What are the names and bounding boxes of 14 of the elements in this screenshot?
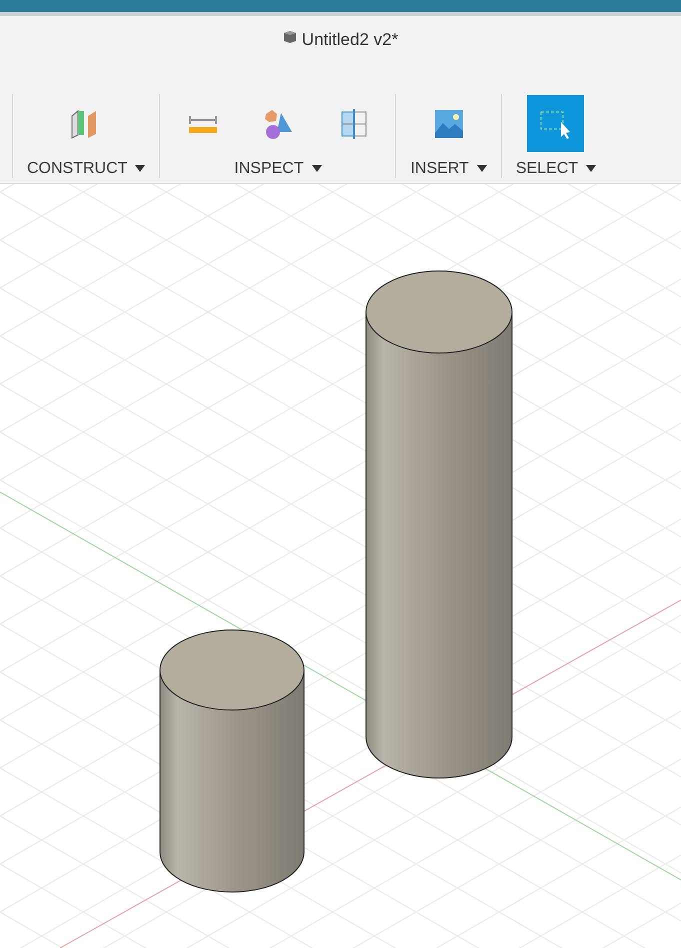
caret-icon [586,165,596,172]
toolbar-menu[interactable]: INSERT [410,160,487,178]
tool-button[interactable] [527,95,584,152]
caret-icon [135,165,146,172]
cube-icon [282,30,297,44]
toolbar-menu[interactable]: SELECT [516,160,596,178]
selection-box-icon [538,108,573,139]
caret-icon [312,165,322,172]
document-title: Untitled2 v2* [302,30,398,50]
toolbar-menu[interactable]: CONSTRUCT [27,160,146,178]
viewport-canvas[interactable] [0,184,681,948]
toolbar-menu[interactable]: INSPECT [234,160,322,178]
image-icon [434,108,464,139]
caret-icon [476,165,487,172]
